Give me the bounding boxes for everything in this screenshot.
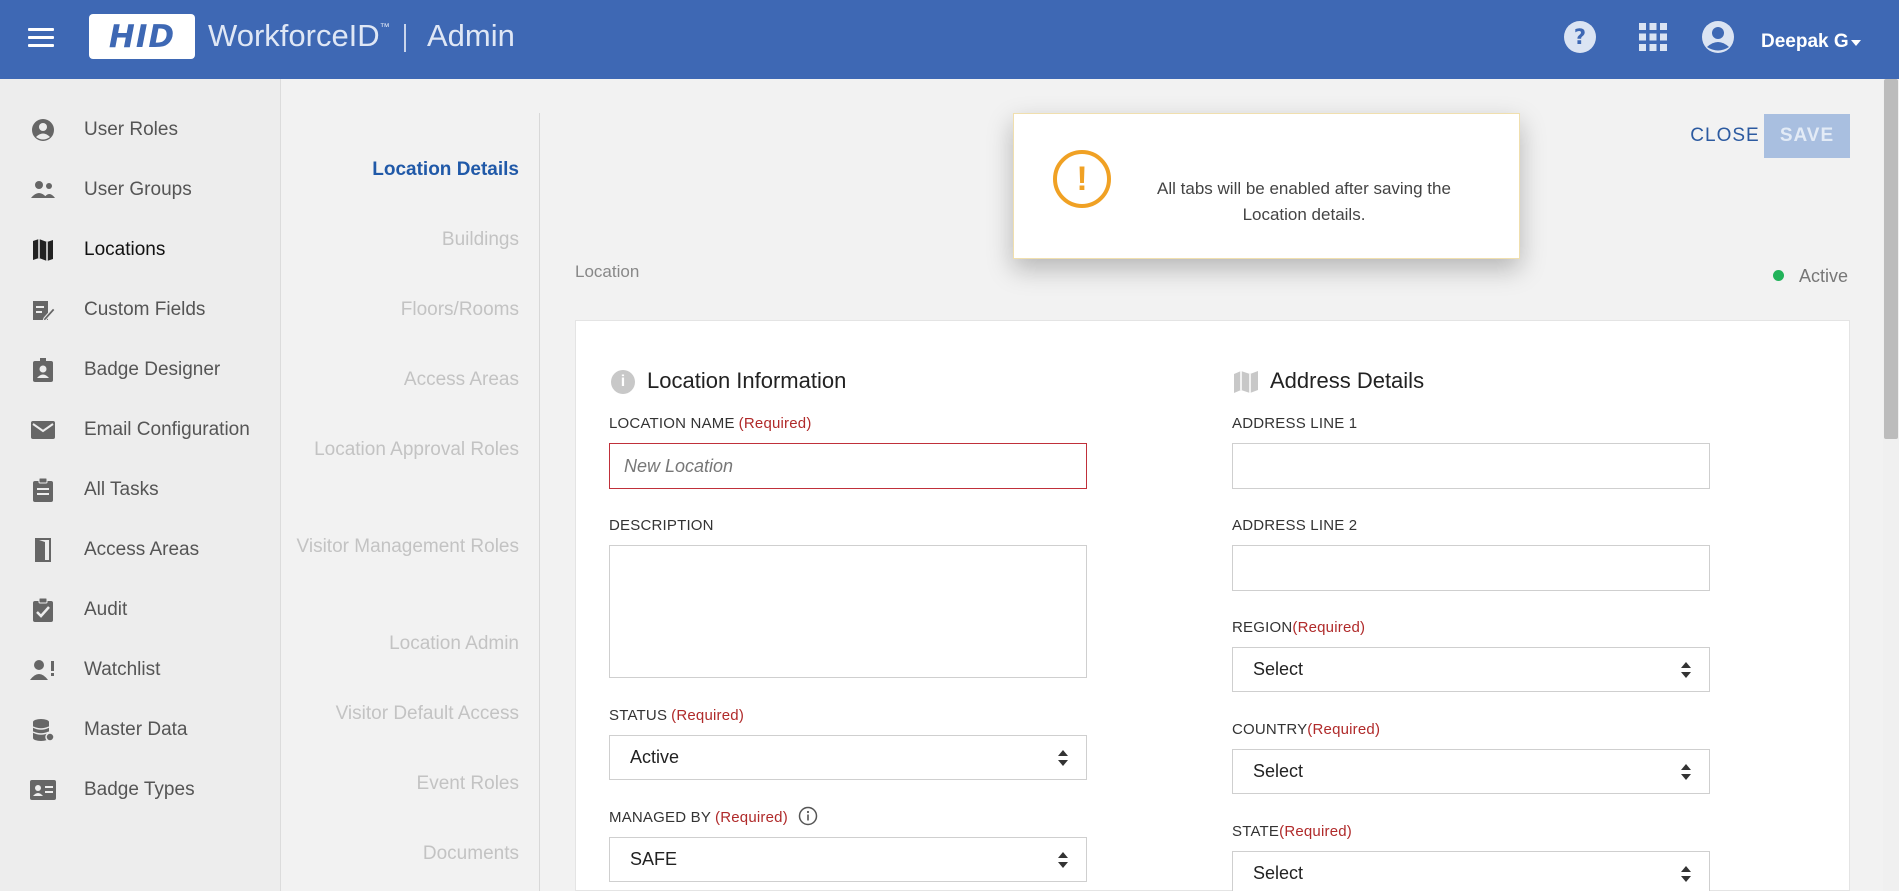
- sidebar-item-label: Audit: [84, 599, 128, 620]
- tab-floors-rooms[interactable]: Floors/Rooms: [289, 296, 519, 323]
- edit-document-icon: [30, 297, 56, 323]
- toast-message: All tabs will be enabled after saving th…: [1157, 179, 1451, 224]
- address-line-1-input[interactable]: [1232, 443, 1710, 489]
- sort-arrows-icon: [1681, 866, 1691, 884]
- address-details-title: Address Details: [1270, 368, 1425, 393]
- tab-access-areas[interactable]: Access Areas: [289, 366, 519, 393]
- id-card-icon: [30, 777, 56, 803]
- chevron-down-icon[interactable]: [1851, 40, 1861, 46]
- sidebar-item-label: Badge Types: [84, 779, 195, 800]
- sidebar-item-label: User Groups: [84, 179, 192, 200]
- sidebar-item-label: All Tasks: [84, 479, 159, 500]
- sidebar-item-label: User Roles: [84, 119, 178, 140]
- apps-grid-icon[interactable]: [1636, 20, 1670, 54]
- address-line-2-label: ADDRESS LINE 2: [1232, 517, 1358, 534]
- sidebar-item-label: Master Data: [84, 719, 188, 740]
- envelope-icon: [30, 417, 56, 443]
- info-outline-icon[interactable]: [798, 806, 818, 826]
- sidebar-item-access-areas[interactable]: Access Areas: [0, 528, 281, 572]
- database-icon: [30, 717, 56, 743]
- brand-divider: [404, 24, 406, 52]
- location-information-title: Location Information: [647, 368, 847, 393]
- sidebar-item-badge-types[interactable]: Badge Types: [0, 768, 281, 812]
- map-icon: [1234, 371, 1258, 393]
- save-button[interactable]: SAVE: [1764, 114, 1850, 158]
- scrollbar-thumb[interactable]: [1884, 79, 1898, 439]
- top-bar: HID WorkforceID™ Admin ? Deepak G: [0, 0, 1899, 79]
- status-select[interactable]: Active: [609, 735, 1087, 780]
- sort-arrows-icon: [1681, 764, 1691, 782]
- brand-name: WorkforceID™: [208, 18, 390, 53]
- brand-section: Admin: [427, 18, 515, 53]
- sort-arrows-icon: [1058, 750, 1068, 768]
- country-select[interactable]: Select: [1232, 749, 1710, 794]
- hid-logo: HID: [89, 14, 195, 59]
- sidebar-item-user-roles[interactable]: User Roles: [0, 108, 281, 152]
- sort-arrows-icon: [1058, 852, 1068, 870]
- menu-icon[interactable]: [28, 28, 54, 48]
- sidebar-item-audit[interactable]: Audit: [0, 588, 281, 632]
- tab-documents[interactable]: Documents: [289, 840, 519, 867]
- badge-icon: [30, 357, 56, 383]
- sidebar-item-badge-designer[interactable]: Badge Designer: [0, 348, 281, 392]
- door-icon: [30, 537, 56, 563]
- description-textarea[interactable]: [609, 545, 1087, 678]
- location-name-input[interactable]: New Location: [609, 443, 1087, 489]
- tab-visitor-management-roles[interactable]: Visitor Management Roles: [289, 533, 519, 560]
- sidebar: User Roles User Groups Locations Custom …: [0, 79, 281, 891]
- user-name[interactable]: Deepak G: [1761, 31, 1849, 53]
- sidebar-item-label: Email Configuration: [84, 419, 250, 440]
- sidebar-item-label: Badge Designer: [84, 359, 221, 380]
- managed-by-select[interactable]: SAFE: [609, 837, 1087, 882]
- sidebar-item-email-configuration[interactable]: Email Configuration: [0, 408, 281, 452]
- state-label: STATE(Required): [1232, 823, 1352, 840]
- sidebar-item-custom-fields[interactable]: Custom Fields: [0, 288, 281, 332]
- address-line-1-label: ADDRESS LINE 1: [1232, 415, 1358, 432]
- location-name-label: LOCATION NAME (Required): [609, 415, 812, 432]
- clipboard-icon: [30, 477, 56, 503]
- sidebar-item-label: Locations: [84, 239, 166, 260]
- country-label: COUNTRY(Required): [1232, 721, 1381, 738]
- sidebar-item-master-data[interactable]: Master Data: [0, 708, 281, 752]
- managed-by-label: MANAGED BY (Required): [609, 809, 788, 826]
- user-group-icon: [30, 177, 56, 203]
- warning-icon: !: [1053, 150, 1111, 208]
- sidebar-item-label: Watchlist: [84, 659, 161, 680]
- user-alert-icon: [30, 657, 56, 683]
- address-line-2-input[interactable]: [1232, 545, 1710, 591]
- sidebar-item-label: Custom Fields: [84, 299, 206, 320]
- tab-visitor-default-access[interactable]: Visitor Default Access: [289, 700, 519, 727]
- tab-location-approval-roles[interactable]: Location Approval Roles: [289, 436, 519, 463]
- user-circle-icon: [30, 117, 56, 143]
- notification-toast: ! All tabs will be enabled after saving …: [1013, 113, 1520, 259]
- tab-location-details[interactable]: Location Details: [289, 156, 519, 183]
- sort-arrows-icon: [1681, 662, 1691, 680]
- location-tabs: Location Details Buildings Floors/Rooms …: [283, 113, 540, 891]
- clipboard-check-icon: [30, 597, 56, 623]
- section-label: Location: [575, 262, 640, 281]
- trademark-mark: ™: [379, 22, 390, 33]
- account-icon[interactable]: [1701, 20, 1735, 54]
- status-text: Active: [1799, 266, 1849, 286]
- status-label: STATUS (Required): [609, 707, 745, 724]
- logo-text: HID: [108, 18, 176, 55]
- state-select[interactable]: Select: [1232, 851, 1710, 891]
- map-icon: [30, 237, 56, 263]
- svg-text:?: ?: [1574, 25, 1586, 49]
- sidebar-item-all-tasks[interactable]: All Tasks: [0, 468, 281, 512]
- region-label: REGION(Required): [1232, 619, 1366, 636]
- sidebar-item-locations[interactable]: Locations: [0, 228, 281, 272]
- tab-event-roles[interactable]: Event Roles: [289, 770, 519, 797]
- info-icon: i: [611, 370, 635, 394]
- description-label: DESCRIPTION: [609, 517, 714, 534]
- sidebar-item-watchlist[interactable]: Watchlist: [0, 648, 281, 692]
- tab-buildings[interactable]: Buildings: [289, 226, 519, 253]
- sidebar-item-user-groups[interactable]: User Groups: [0, 168, 281, 212]
- help-icon[interactable]: ?: [1563, 20, 1597, 54]
- status-indicator: [1773, 270, 1784, 281]
- region-select[interactable]: Select: [1232, 647, 1710, 692]
- sidebar-item-label: Access Areas: [84, 539, 200, 560]
- tab-location-admin[interactable]: Location Admin: [289, 630, 519, 657]
